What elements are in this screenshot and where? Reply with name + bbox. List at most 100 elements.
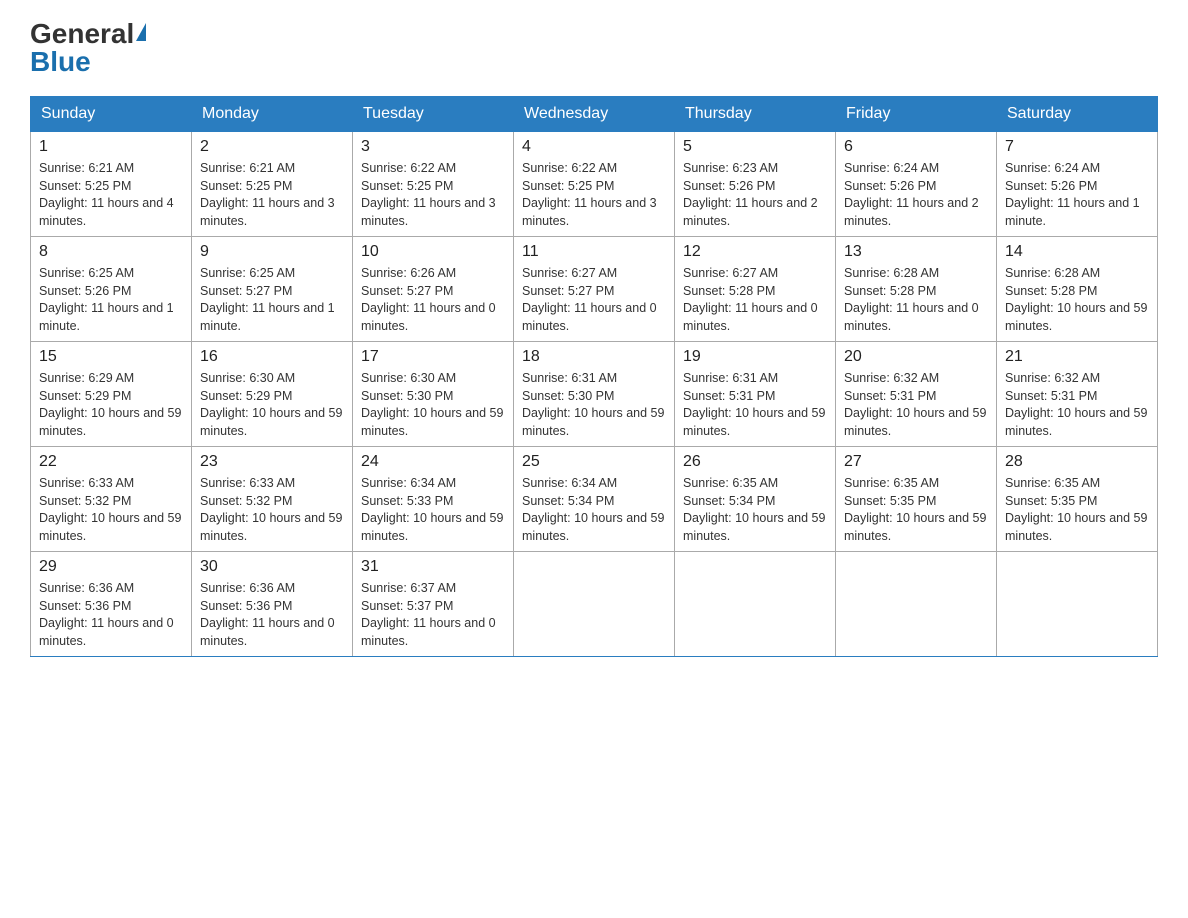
day-number: 30 xyxy=(200,558,344,576)
day-info: Sunrise: 6:27 AM Sunset: 5:28 PM Dayligh… xyxy=(683,265,827,335)
calendar-day-cell: 26 Sunrise: 6:35 AM Sunset: 5:34 PM Dayl… xyxy=(675,447,836,552)
day-info: Sunrise: 6:31 AM Sunset: 5:30 PM Dayligh… xyxy=(522,370,666,440)
day-number: 17 xyxy=(361,348,505,366)
calendar-table: SundayMondayTuesdayWednesdayThursdayFrid… xyxy=(30,96,1158,657)
calendar-day-cell: 23 Sunrise: 6:33 AM Sunset: 5:32 PM Dayl… xyxy=(192,447,353,552)
calendar-day-cell: 27 Sunrise: 6:35 AM Sunset: 5:35 PM Dayl… xyxy=(836,447,997,552)
day-info: Sunrise: 6:35 AM Sunset: 5:35 PM Dayligh… xyxy=(1005,475,1149,545)
day-info: Sunrise: 6:30 AM Sunset: 5:29 PM Dayligh… xyxy=(200,370,344,440)
day-info: Sunrise: 6:36 AM Sunset: 5:36 PM Dayligh… xyxy=(200,580,344,650)
calendar-day-cell xyxy=(836,552,997,657)
header-row: SundayMondayTuesdayWednesdayThursdayFrid… xyxy=(31,97,1158,132)
day-info: Sunrise: 6:32 AM Sunset: 5:31 PM Dayligh… xyxy=(844,370,988,440)
logo-blue-text: Blue xyxy=(30,48,91,76)
day-number: 13 xyxy=(844,243,988,261)
day-number: 19 xyxy=(683,348,827,366)
calendar-week-row: 1 Sunrise: 6:21 AM Sunset: 5:25 PM Dayli… xyxy=(31,132,1158,237)
calendar-day-cell: 9 Sunrise: 6:25 AM Sunset: 5:27 PM Dayli… xyxy=(192,237,353,342)
calendar-day-cell: 10 Sunrise: 6:26 AM Sunset: 5:27 PM Dayl… xyxy=(353,237,514,342)
day-info: Sunrise: 6:21 AM Sunset: 5:25 PM Dayligh… xyxy=(39,160,183,230)
day-info: Sunrise: 6:26 AM Sunset: 5:27 PM Dayligh… xyxy=(361,265,505,335)
day-number: 14 xyxy=(1005,243,1149,261)
day-number: 6 xyxy=(844,138,988,156)
day-info: Sunrise: 6:33 AM Sunset: 5:32 PM Dayligh… xyxy=(39,475,183,545)
calendar-day-cell: 31 Sunrise: 6:37 AM Sunset: 5:37 PM Dayl… xyxy=(353,552,514,657)
day-number: 24 xyxy=(361,453,505,471)
day-of-week-header: Saturday xyxy=(997,97,1158,132)
day-number: 26 xyxy=(683,453,827,471)
day-info: Sunrise: 6:34 AM Sunset: 5:34 PM Dayligh… xyxy=(522,475,666,545)
calendar-day-cell: 5 Sunrise: 6:23 AM Sunset: 5:26 PM Dayli… xyxy=(675,132,836,237)
day-info: Sunrise: 6:24 AM Sunset: 5:26 PM Dayligh… xyxy=(1005,160,1149,230)
day-number: 27 xyxy=(844,453,988,471)
calendar-day-cell: 22 Sunrise: 6:33 AM Sunset: 5:32 PM Dayl… xyxy=(31,447,192,552)
day-info: Sunrise: 6:31 AM Sunset: 5:31 PM Dayligh… xyxy=(683,370,827,440)
calendar-day-cell xyxy=(997,552,1158,657)
day-info: Sunrise: 6:27 AM Sunset: 5:27 PM Dayligh… xyxy=(522,265,666,335)
calendar-week-row: 15 Sunrise: 6:29 AM Sunset: 5:29 PM Dayl… xyxy=(31,342,1158,447)
day-info: Sunrise: 6:25 AM Sunset: 5:27 PM Dayligh… xyxy=(200,265,344,335)
day-info: Sunrise: 6:35 AM Sunset: 5:35 PM Dayligh… xyxy=(844,475,988,545)
logo-general-text: General xyxy=(30,20,134,48)
day-number: 11 xyxy=(522,243,666,261)
calendar-day-cell: 25 Sunrise: 6:34 AM Sunset: 5:34 PM Dayl… xyxy=(514,447,675,552)
day-info: Sunrise: 6:32 AM Sunset: 5:31 PM Dayligh… xyxy=(1005,370,1149,440)
calendar-day-cell xyxy=(514,552,675,657)
calendar-day-cell: 8 Sunrise: 6:25 AM Sunset: 5:26 PM Dayli… xyxy=(31,237,192,342)
day-number: 31 xyxy=(361,558,505,576)
calendar-day-cell xyxy=(675,552,836,657)
day-info: Sunrise: 6:22 AM Sunset: 5:25 PM Dayligh… xyxy=(361,160,505,230)
day-info: Sunrise: 6:22 AM Sunset: 5:25 PM Dayligh… xyxy=(522,160,666,230)
calendar-week-row: 22 Sunrise: 6:33 AM Sunset: 5:32 PM Dayl… xyxy=(31,447,1158,552)
calendar-day-cell: 12 Sunrise: 6:27 AM Sunset: 5:28 PM Dayl… xyxy=(675,237,836,342)
calendar-week-row: 29 Sunrise: 6:36 AM Sunset: 5:36 PM Dayl… xyxy=(31,552,1158,657)
day-number: 25 xyxy=(522,453,666,471)
calendar-day-cell: 29 Sunrise: 6:36 AM Sunset: 5:36 PM Dayl… xyxy=(31,552,192,657)
day-info: Sunrise: 6:25 AM Sunset: 5:26 PM Dayligh… xyxy=(39,265,183,335)
day-number: 16 xyxy=(200,348,344,366)
calendar-day-cell: 18 Sunrise: 6:31 AM Sunset: 5:30 PM Dayl… xyxy=(514,342,675,447)
day-of-week-header: Thursday xyxy=(675,97,836,132)
calendar-day-cell: 11 Sunrise: 6:27 AM Sunset: 5:27 PM Dayl… xyxy=(514,237,675,342)
day-of-week-header: Tuesday xyxy=(353,97,514,132)
day-number: 10 xyxy=(361,243,505,261)
day-info: Sunrise: 6:35 AM Sunset: 5:34 PM Dayligh… xyxy=(683,475,827,545)
day-number: 21 xyxy=(1005,348,1149,366)
day-of-week-header: Wednesday xyxy=(514,97,675,132)
day-number: 3 xyxy=(361,138,505,156)
day-of-week-header: Monday xyxy=(192,97,353,132)
day-info: Sunrise: 6:21 AM Sunset: 5:25 PM Dayligh… xyxy=(200,160,344,230)
calendar-day-cell: 30 Sunrise: 6:36 AM Sunset: 5:36 PM Dayl… xyxy=(192,552,353,657)
day-number: 4 xyxy=(522,138,666,156)
day-info: Sunrise: 6:28 AM Sunset: 5:28 PM Dayligh… xyxy=(844,265,988,335)
day-info: Sunrise: 6:36 AM Sunset: 5:36 PM Dayligh… xyxy=(39,580,183,650)
day-number: 1 xyxy=(39,138,183,156)
day-number: 18 xyxy=(522,348,666,366)
day-info: Sunrise: 6:34 AM Sunset: 5:33 PM Dayligh… xyxy=(361,475,505,545)
calendar-day-cell: 24 Sunrise: 6:34 AM Sunset: 5:33 PM Dayl… xyxy=(353,447,514,552)
day-info: Sunrise: 6:33 AM Sunset: 5:32 PM Dayligh… xyxy=(200,475,344,545)
day-number: 8 xyxy=(39,243,183,261)
day-info: Sunrise: 6:28 AM Sunset: 5:28 PM Dayligh… xyxy=(1005,265,1149,335)
day-info: Sunrise: 6:23 AM Sunset: 5:26 PM Dayligh… xyxy=(683,160,827,230)
day-number: 29 xyxy=(39,558,183,576)
logo-triangle-icon xyxy=(136,23,146,41)
calendar-day-cell: 20 Sunrise: 6:32 AM Sunset: 5:31 PM Dayl… xyxy=(836,342,997,447)
day-number: 22 xyxy=(39,453,183,471)
calendar-day-cell: 14 Sunrise: 6:28 AM Sunset: 5:28 PM Dayl… xyxy=(997,237,1158,342)
calendar-day-cell: 13 Sunrise: 6:28 AM Sunset: 5:28 PM Dayl… xyxy=(836,237,997,342)
day-number: 23 xyxy=(200,453,344,471)
day-number: 20 xyxy=(844,348,988,366)
calendar-day-cell: 4 Sunrise: 6:22 AM Sunset: 5:25 PM Dayli… xyxy=(514,132,675,237)
calendar-day-cell: 15 Sunrise: 6:29 AM Sunset: 5:29 PM Dayl… xyxy=(31,342,192,447)
day-info: Sunrise: 6:30 AM Sunset: 5:30 PM Dayligh… xyxy=(361,370,505,440)
calendar-day-cell: 21 Sunrise: 6:32 AM Sunset: 5:31 PM Dayl… xyxy=(997,342,1158,447)
day-number: 9 xyxy=(200,243,344,261)
day-number: 15 xyxy=(39,348,183,366)
day-info: Sunrise: 6:37 AM Sunset: 5:37 PM Dayligh… xyxy=(361,580,505,650)
day-number: 2 xyxy=(200,138,344,156)
day-info: Sunrise: 6:24 AM Sunset: 5:26 PM Dayligh… xyxy=(844,160,988,230)
calendar-day-cell: 2 Sunrise: 6:21 AM Sunset: 5:25 PM Dayli… xyxy=(192,132,353,237)
calendar-day-cell: 28 Sunrise: 6:35 AM Sunset: 5:35 PM Dayl… xyxy=(997,447,1158,552)
calendar-day-cell: 7 Sunrise: 6:24 AM Sunset: 5:26 PM Dayli… xyxy=(997,132,1158,237)
